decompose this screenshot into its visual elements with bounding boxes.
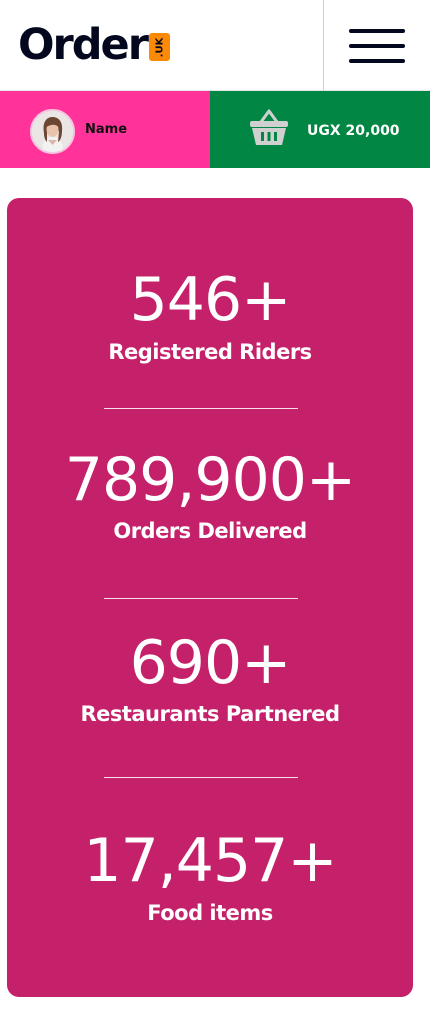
stat-number-food-items: 17,457+ [83, 826, 337, 896]
stat-label-riders: Registered Riders [108, 340, 312, 364]
user-avatar-image [32, 111, 73, 152]
user-account-bar[interactable]: Name [0, 91, 210, 168]
stat-number-orders: 789,900+ [64, 445, 356, 515]
stat-label-orders: Orders Delivered [113, 519, 307, 543]
brand-badge-text: .UK [153, 37, 165, 57]
brand-badge: .UK [148, 33, 170, 61]
user-name[interactable]: Name [85, 122, 127, 137]
header: Order .UK [0, 0, 430, 91]
stat-label-restaurants: Restaurants Partnered [80, 702, 340, 726]
user-avatar[interactable] [30, 109, 75, 154]
stat-number-restaurants: 690+ [129, 628, 292, 698]
stats-card: 546+ Registered Riders 789,900+ Orders D… [7, 198, 413, 997]
stat-divider [104, 408, 298, 409]
stat-label-food-items: Food items [147, 901, 273, 925]
stat-number-riders: 546+ [129, 265, 292, 335]
brand-logo[interactable]: Order .UK [18, 21, 170, 69]
menu-button[interactable] [346, 26, 406, 66]
brand-name: Order [18, 19, 149, 70]
basket-total: UGX 20,000 [307, 123, 400, 139]
basket-bar[interactable]: UGX 20,000 [210, 91, 430, 168]
stat-divider [104, 598, 298, 599]
shopping-basket-icon [250, 109, 288, 145]
header-divider [323, 0, 324, 91]
stat-divider [104, 777, 298, 778]
